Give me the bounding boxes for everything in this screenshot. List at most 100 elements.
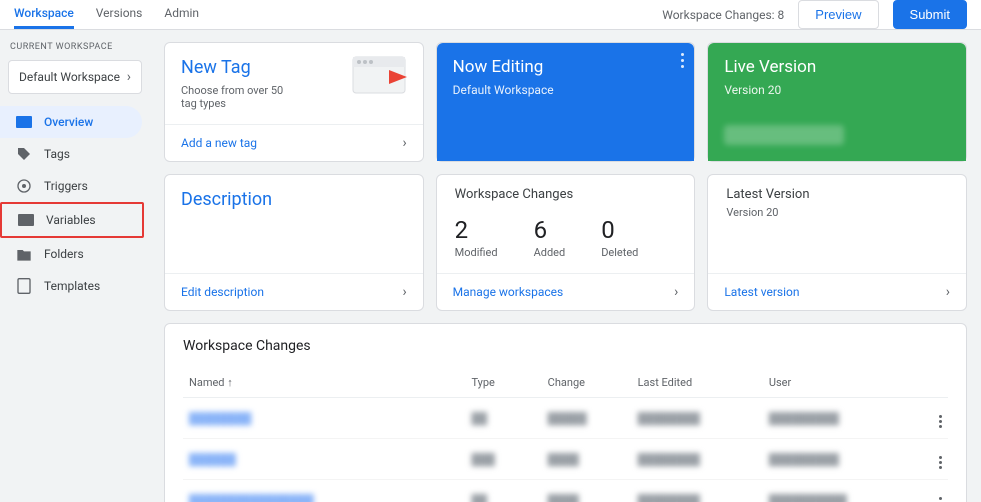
table-row[interactable]: ████████████████████████████████████████ — [183, 480, 948, 502]
cell-name: ██████ — [183, 439, 465, 480]
nav-item-folders[interactable]: Folders — [0, 238, 142, 270]
table-row[interactable]: ████████████████████████████████ — [183, 398, 948, 439]
workspace-selector-value: Default Workspace — [19, 70, 120, 84]
current-workspace-label: CURRENT WORKSPACE — [0, 38, 150, 56]
nav-label: Triggers — [44, 179, 88, 193]
nav-item-variables[interactable]: Variables — [0, 202, 144, 238]
table-title: Workspace Changes — [183, 338, 948, 354]
manage-workspaces-link[interactable]: Manage workspaces › — [437, 273, 695, 310]
cell-type: ██ — [465, 480, 541, 502]
cell-change: ████ — [542, 480, 632, 502]
nav-label: Folders — [44, 247, 84, 261]
nav-item-tags[interactable]: Tags — [0, 138, 142, 170]
col-user[interactable]: User — [763, 368, 922, 398]
description-card: Description Edit description › — [164, 174, 424, 311]
cell-edited: ████████ — [632, 439, 763, 480]
stat-added: 6 Added — [534, 216, 566, 259]
stat-num: 2 — [455, 216, 498, 244]
tag-icon — [16, 146, 32, 162]
chevron-right-icon: › — [674, 284, 678, 300]
col-type[interactable]: Type — [465, 368, 541, 398]
row-menu-icon[interactable] — [939, 497, 942, 502]
changes-table: Named Type Change Last Edited User █████… — [183, 368, 948, 502]
nav-item-triggers[interactable]: Triggers — [0, 170, 142, 202]
new-tag-sub: Choose from over 50 tag types — [181, 84, 301, 110]
stat-modified: 2 Modified — [455, 216, 498, 259]
latest-version-link-label: Latest version — [724, 285, 799, 299]
col-actions — [922, 368, 949, 398]
cell-name: ████████ — [183, 398, 465, 439]
workspace-changes-table-card: Workspace Changes Named Type Change Last… — [164, 323, 967, 502]
tab-workspace[interactable]: Workspace — [14, 0, 74, 29]
preview-button[interactable]: Preview — [798, 0, 878, 29]
chevron-right-icon: › — [946, 284, 950, 300]
now-editing-card: Now Editing Default Workspace — [436, 42, 696, 162]
cell-user: █████████ — [763, 439, 922, 480]
table-row[interactable]: ██████████████████████████████ — [183, 439, 948, 480]
chevron-right-icon: › — [402, 284, 406, 300]
nav-item-templates[interactable]: Templates — [0, 270, 142, 302]
cell-name: ████████████████ — [183, 480, 465, 502]
latest-version-card: Latest Version Version 20 Latest version… — [707, 174, 967, 311]
add-new-tag-link[interactable]: Add a new tag › — [165, 124, 423, 161]
live-version-obscured — [724, 125, 844, 145]
live-version-title: Live Version — [724, 57, 950, 77]
overview-icon — [16, 114, 32, 130]
stat-num: 0 — [601, 216, 638, 244]
nav-label: Templates — [44, 279, 100, 293]
row-menu-icon[interactable] — [939, 456, 942, 469]
cell-actions — [922, 398, 949, 439]
cell-edited: ████████ — [632, 480, 763, 502]
nav-label: Variables — [46, 213, 96, 227]
folder-icon — [16, 246, 32, 262]
latest-version-title: Latest Version — [708, 175, 966, 202]
live-version-card: Live Version Version 20 — [707, 42, 967, 162]
tab-versions[interactable]: Versions — [96, 0, 143, 29]
edit-description-link[interactable]: Edit description › — [165, 273, 423, 310]
row-menu-icon[interactable] — [939, 415, 942, 428]
nav-label: Overview — [44, 115, 93, 129]
manage-workspaces-label: Manage workspaces — [453, 285, 564, 299]
chevron-right-icon: › — [402, 135, 406, 151]
cell-user: ██████████ — [763, 480, 922, 502]
col-named[interactable]: Named — [183, 368, 465, 398]
now-editing-menu-icon[interactable] — [681, 53, 684, 68]
edit-description-label: Edit description — [181, 285, 264, 299]
sidebar: CURRENT WORKSPACE Default Workspace › Ov… — [0, 30, 150, 502]
top-bar: Workspace Versions Admin Workspace Chang… — [0, 0, 981, 30]
tag-illustration-icon — [351, 55, 407, 95]
tab-admin[interactable]: Admin — [164, 0, 199, 29]
stat-label: Deleted — [601, 246, 638, 259]
cell-type: ███ — [465, 439, 541, 480]
workspace-changes-count: Workspace Changes: 8 — [662, 8, 784, 22]
col-change[interactable]: Change — [542, 368, 632, 398]
add-new-tag-label: Add a new tag — [181, 136, 257, 150]
stat-num: 6 — [534, 216, 566, 244]
stat-deleted: 0 Deleted — [601, 216, 638, 259]
workspace-changes-card: Workspace Changes 2Modified 6Added 0Dele… — [436, 174, 696, 311]
cell-change: ████ — [542, 439, 632, 480]
chevron-right-icon: › — [127, 69, 131, 85]
new-tag-card: New Tag Choose from over 50 tag types Ad… — [164, 42, 424, 162]
top-tabs: Workspace Versions Admin — [14, 0, 199, 29]
trigger-icon — [16, 178, 32, 194]
now-editing-title: Now Editing — [453, 57, 679, 77]
cell-actions — [922, 439, 949, 480]
now-editing-sub: Default Workspace — [453, 83, 679, 97]
description-title: Description — [181, 189, 407, 210]
template-icon — [16, 278, 32, 294]
workspace-selector[interactable]: Default Workspace › — [8, 60, 142, 94]
content: New Tag Choose from over 50 tag types Ad… — [150, 30, 981, 502]
latest-version-sub: Version 20 — [708, 202, 966, 233]
nav: Overview Tags Triggers Variables Folders… — [0, 106, 150, 302]
cell-user: █████████ — [763, 398, 922, 439]
col-last-edited[interactable]: Last Edited — [632, 368, 763, 398]
submit-button[interactable]: Submit — [893, 0, 967, 29]
live-version-sub: Version 20 — [724, 83, 950, 97]
stat-label: Added — [534, 246, 566, 259]
stat-label: Modified — [455, 246, 498, 259]
variable-icon — [18, 212, 34, 228]
cell-change: █████ — [542, 398, 632, 439]
latest-version-link[interactable]: Latest version › — [708, 273, 966, 310]
nav-item-overview[interactable]: Overview — [0, 106, 142, 138]
